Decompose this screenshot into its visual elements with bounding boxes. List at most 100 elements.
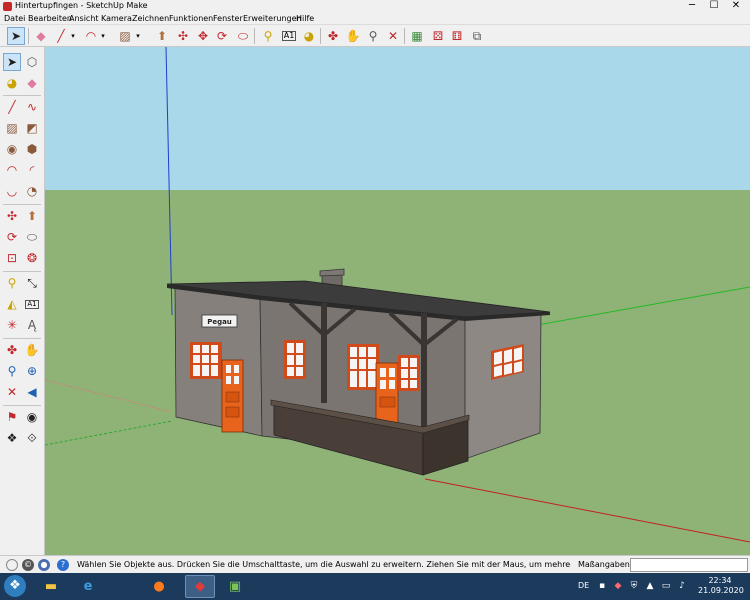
circle-tool-icon[interactable]: ◉ [3, 140, 21, 158]
toolbar-separator [254, 28, 255, 44]
line-tool-icon[interactable]: ╱ [3, 98, 21, 116]
follow-me-tool-icon[interactable]: ⬭ [234, 27, 252, 45]
sketchup-window: Hintertupfingen - SketchUp Make ─ ☐ ✕ Da… [0, 0, 750, 600]
eraser-tool-icon[interactable]: ◆ [23, 74, 41, 92]
file-explorer-taskbar-icon[interactable]: ▬ [36, 575, 66, 598]
arc-tool-icon[interactable]: ◠ [3, 161, 21, 179]
dimension-tool-icon[interactable]: ⤡ [23, 274, 41, 292]
text-tool-icon[interactable]: A1 [280, 27, 298, 45]
follow-me-tool-icon[interactable]: ⬭ [23, 228, 41, 246]
rotated-rectangle-tool-icon[interactable]: ◩ [23, 119, 41, 137]
offset-tool-icon[interactable]: ❂ [23, 249, 41, 267]
palette-separator [3, 204, 41, 205]
layout-tool-icon[interactable]: ⧉ [468, 27, 486, 45]
menu-ansicht[interactable]: Ansicht [69, 14, 99, 23]
3d-text-tool-icon[interactable]: Ą [23, 316, 41, 334]
status-bar: © ● ? Wählen Sie Objekte aus. Drücken Si… [0, 555, 750, 573]
zoom-extents-tool-icon[interactable]: ✕ [3, 383, 21, 401]
menu-datei[interactable]: Datei [4, 14, 25, 23]
rotate-tool-icon[interactable]: ⟳ [3, 228, 21, 246]
push-pull-tool-icon[interactable]: ⬆ [23, 207, 41, 225]
firefox-taskbar-icon[interactable]: ● [144, 575, 174, 598]
text-tool-icon[interactable]: A1 [23, 295, 41, 313]
pie-tool-icon[interactable]: ◔ [23, 182, 41, 200]
three-point-arc-tool-icon[interactable]: ◡ [3, 182, 21, 200]
eraser-tool-icon[interactable]: ◆ [32, 27, 50, 45]
zoom-extents-tool-icon[interactable]: ✕ [384, 27, 402, 45]
menu-zeichnen[interactable]: Zeichnen [132, 14, 169, 23]
freehand-tool-icon[interactable]: ∿ [23, 98, 41, 116]
station-sign-text: Pegau [207, 318, 232, 326]
volume-icon[interactable]: ♪ [676, 580, 688, 592]
pan-tool-icon[interactable]: ✋ [23, 341, 41, 359]
rectangle-dropdown-icon[interactable]: ▾ [133, 27, 143, 45]
paint-bucket-tool-icon[interactable]: ◕ [300, 27, 318, 45]
porch-post-left [321, 303, 327, 403]
tape-measure-tool-icon[interactable]: ⚲ [3, 274, 21, 292]
minimize-button[interactable]: ─ [681, 0, 703, 13]
move-tool-icon[interactable]: ✣ [174, 27, 192, 45]
scale-tool-icon[interactable]: ⊡ [3, 249, 21, 267]
credits-icon[interactable]: © [22, 559, 34, 571]
porch-window [347, 344, 379, 390]
tray-app-icon[interactable]: ▪ [596, 580, 608, 592]
two-point-arc-tool-icon[interactable]: ◜ [23, 161, 41, 179]
user-account-icon[interactable]: ● [38, 559, 50, 571]
make-component-tool-icon[interactable]: ⬡ [23, 53, 41, 71]
maximize-button[interactable]: ☐ [703, 0, 725, 13]
zoom-tool-icon[interactable]: ⚲ [364, 27, 382, 45]
rotate-tool-icon[interactable]: ✥ [194, 27, 212, 45]
model-viewport[interactable]: Pegau [45, 47, 750, 555]
rectangle-tool-icon[interactable]: ▨ [116, 27, 134, 45]
zoom-tool-icon[interactable]: ⚲ [3, 362, 21, 380]
section-plane-tool-icon[interactable]: ⟐ [23, 429, 41, 447]
menu-erweiterungen[interactable]: Erweiterungen [243, 14, 302, 23]
porch-post-right [421, 313, 427, 433]
previous-view-tool-icon[interactable]: ◀ [23, 383, 41, 401]
rectangle-tool-icon[interactable]: ▨ [3, 119, 21, 137]
paint-bucket-tool-icon[interactable]: ◕ [3, 74, 21, 92]
tray-security-icon[interactable]: ⛨ [628, 580, 640, 592]
tape-measure-tool-icon[interactable]: ⚲ [259, 27, 277, 45]
orbit-tool-icon[interactable]: ✤ [3, 341, 21, 359]
protractor-tool-icon[interactable]: ◭ [3, 295, 21, 313]
sketchup-taskbar-icon[interactable]: ◆ [185, 575, 215, 598]
menu-funktionen[interactable]: Funktionen [169, 14, 213, 23]
internet-explorer-taskbar-icon[interactable]: e [73, 575, 103, 598]
help-icon[interactable]: ? [57, 559, 69, 571]
language-indicator[interactable]: DE [578, 581, 589, 590]
polygon-tool-icon[interactable]: ⬢ [23, 140, 41, 158]
share-component-tool-icon[interactable]: ⚄ [429, 27, 447, 45]
menu-fenster[interactable]: Fenster [213, 14, 243, 23]
menu-kamera[interactable]: Kamera [101, 14, 132, 23]
train-app-taskbar-icon[interactable]: ▣ [220, 575, 250, 598]
look-around-tool-icon[interactable]: ◉ [23, 408, 41, 426]
arc-dropdown-icon[interactable]: ▾ [98, 27, 108, 45]
start-button[interactable]: ❖ [4, 575, 26, 597]
palette-separator [3, 95, 41, 96]
select-tool-icon[interactable]: ➤ [7, 27, 25, 45]
geo-location-icon[interactable] [6, 559, 18, 571]
position-camera-tool-icon[interactable]: ⚑ [3, 408, 21, 426]
orbit-tool-icon[interactable]: ✤ [324, 27, 342, 45]
zoom-window-tool-icon[interactable]: ⊕ [23, 362, 41, 380]
menu-bearbeiten[interactable]: Bearbeiten [28, 14, 72, 23]
walk-tool-icon[interactable]: ❖ [3, 429, 21, 447]
close-button[interactable]: ✕ [725, 0, 747, 13]
taskbar-clock[interactable]: 22:34 21.09.2020 [698, 576, 744, 596]
axes-tool-icon[interactable]: ✳ [3, 316, 21, 334]
menu-hilfe[interactable]: Hilfe [296, 14, 314, 23]
measurements-input[interactable] [630, 558, 748, 572]
extension-warehouse-tool-icon[interactable]: ⚅ [448, 27, 466, 45]
select-tool-icon[interactable]: ➤ [3, 53, 21, 71]
move-tool-icon[interactable]: ✣ [3, 207, 21, 225]
warehouse-tool-icon[interactable]: ▦ [408, 27, 426, 45]
network-icon[interactable]: ▭ [660, 580, 672, 592]
push-pull-tool-icon[interactable]: ⬆ [153, 27, 171, 45]
pan-tool-icon[interactable]: ✋ [344, 27, 362, 45]
line-dropdown-icon[interactable]: ▾ [68, 27, 78, 45]
scene-canvas[interactable]: Pegau [45, 47, 750, 555]
tray-sketchup-icon[interactable]: ◆ [612, 580, 624, 592]
tray-chevron-icon[interactable]: ▲ [644, 580, 656, 592]
offset-tool-icon[interactable]: ⟳ [213, 27, 231, 45]
